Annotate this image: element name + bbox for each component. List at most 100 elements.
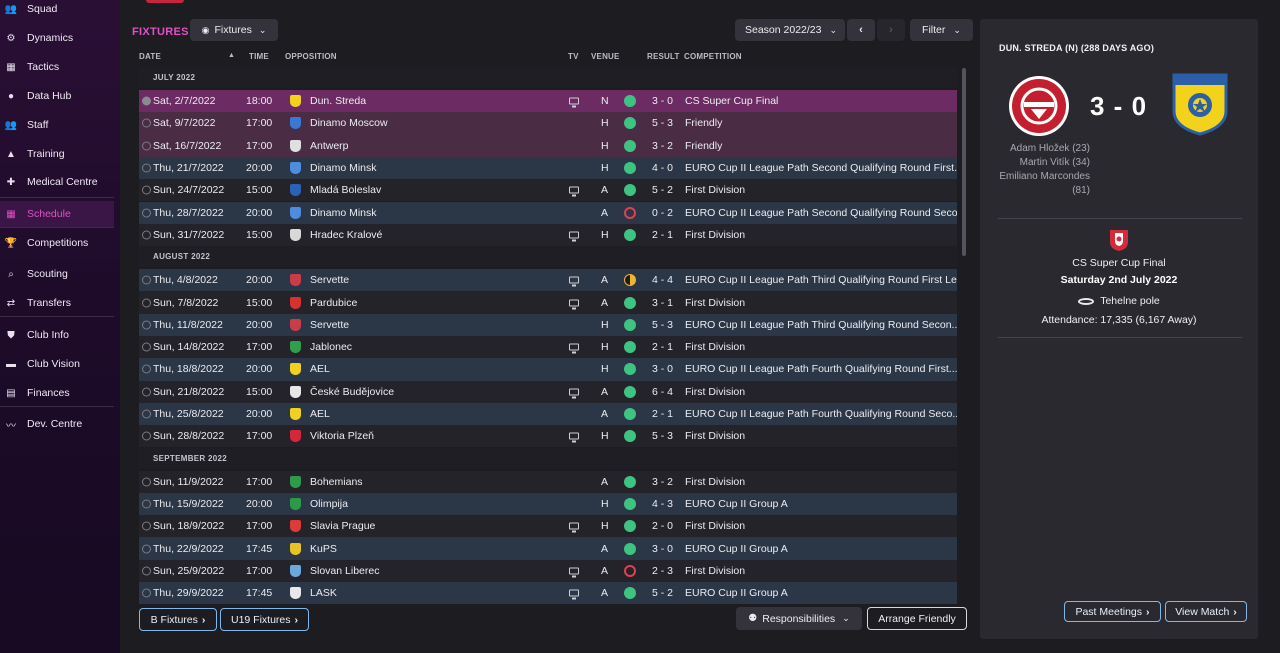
column-venue[interactable]: VENUE <box>591 52 620 61</box>
prev-season-button[interactable]: ‹ <box>847 19 875 41</box>
fixture-opposition[interactable]: Dun. Streda <box>310 95 366 107</box>
fixture-row[interactable]: Sat, 2/7/2022 18:00 Dun. Streda N 3 - 0 CS Su… <box>139 90 957 113</box>
column-tv[interactable]: TV <box>568 52 579 61</box>
fixture-row[interactable]: Sun, 31/7/2022 15:00 Hradec Kralové H 2 - 1 F… <box>139 223 957 247</box>
filter-button[interactable]: Filter ⌄ <box>910 19 973 41</box>
sidebar-item-squad[interactable]: 👥 Squad <box>0 0 114 22</box>
sidebar-item-staff[interactable]: 👥 Staff <box>0 112 114 138</box>
fixture-opposition[interactable]: Servette <box>310 274 349 286</box>
sidebar-item-dynamics[interactable]: ⚙ Dynamics <box>0 25 114 51</box>
fixture-opposition[interactable]: Slovan Liberec <box>310 565 379 577</box>
fixture-competition[interactable]: EURO Cup II League Path Third Qualifying… <box>685 274 957 286</box>
fixture-opposition[interactable]: Bohemians <box>310 476 363 488</box>
fixture-opposition[interactable]: Antwerp <box>310 140 349 152</box>
sidebar-item-scouting[interactable]: ⌕ Scouting <box>0 261 114 287</box>
sidebar-item-tactics[interactable]: ▦ Tactics <box>0 54 114 80</box>
sidebar-item-club-info[interactable]: ⛊ Club Info <box>0 322 114 348</box>
next-season-button[interactable]: › <box>877 19 905 41</box>
column-time[interactable]: TIME <box>249 52 269 61</box>
fixture-competition[interactable]: EURO Cup II League Path Fourth Qualifyin… <box>685 363 957 375</box>
fixture-row[interactable]: Sat, 16/7/2022 17:00 Antwerp H 3 - 2 Friendly <box>139 134 957 157</box>
sidebar-item-data-hub[interactable]: ● Data Hub <box>0 83 114 109</box>
fixture-opposition[interactable]: LASK <box>310 587 337 599</box>
fixture-row[interactable]: Sun, 24/7/2022 15:00 Mladá Boleslav A 5 - 2 F… <box>139 179 957 202</box>
fixture-row[interactable]: Sun, 7/8/2022 15:00 Pardubice A 3 - 1 First D… <box>139 291 957 314</box>
fixture-competition[interactable]: First Division <box>685 184 957 196</box>
sidebar-item-transfers[interactable]: ⇄ Transfers <box>0 290 114 316</box>
fixture-date: Sat, 16/7/2022 <box>153 139 222 152</box>
fixture-row[interactable]: Thu, 28/7/2022 20:00 Dinamo Minsk A 0 - 2 EUR… <box>139 201 957 224</box>
season-dropdown[interactable]: Season 2022/23 ⌄ <box>735 19 845 41</box>
fixture-competition[interactable]: First Division <box>685 520 957 532</box>
fixture-competition[interactable]: EURO Cup II League Path Third Qualifying… <box>685 319 957 331</box>
fixture-competition[interactable]: First Division <box>685 565 957 577</box>
fixture-row[interactable]: Thu, 29/9/2022 17:45 LASK A 5 - 2 EURO Cup II… <box>139 582 957 605</box>
view-match-button[interactable]: View Match › <box>1165 601 1247 622</box>
fixture-opposition[interactable]: Servette <box>310 319 349 331</box>
b-fixtures-button[interactable]: B Fixtures › <box>139 608 217 631</box>
club-crest-icon <box>290 228 301 241</box>
fixture-competition[interactable]: EURO Cup II League Path Second Qualifyin… <box>685 207 957 219</box>
past-meetings-button[interactable]: Past Meetings › <box>1064 601 1161 622</box>
fixture-competition[interactable]: First Division <box>685 430 957 442</box>
sidebar-item-club-vision[interactable]: ▬ Club Vision <box>0 351 114 377</box>
fixture-row[interactable]: Sun, 21/8/2022 15:00 České Budějovice A 6 - … <box>139 380 957 403</box>
fixture-opposition[interactable]: Dinamo Minsk <box>310 162 377 174</box>
fixture-opposition[interactable]: Mladá Boleslav <box>310 184 381 196</box>
column-result[interactable]: RESULT <box>647 52 680 61</box>
fixture-opposition[interactable]: AEL <box>310 363 330 375</box>
fixture-row[interactable]: Thu, 18/8/2022 20:00 AEL H 3 - 0 EURO Cup II … <box>139 358 957 381</box>
sidebar-item-training[interactable]: ▲ Training <box>0 141 114 167</box>
fixture-competition[interactable]: EURO Cup II Group A <box>685 498 957 510</box>
fixture-row[interactable]: Sun, 28/8/2022 17:00 Viktoria Plzeň H 5 - 3 F… <box>139 425 957 448</box>
sidebar-item-medical-centre[interactable]: ✚ Medical Centre <box>0 169 114 195</box>
fixture-competition[interactable]: CS Super Cup Final <box>685 95 957 107</box>
scrollbar[interactable] <box>962 68 966 256</box>
column-competition[interactable]: COMPETITION <box>684 52 742 61</box>
fixture-row[interactable]: Sun, 25/9/2022 17:00 Slovan Liberec A 2 - 3 F… <box>139 559 957 582</box>
column-opposition[interactable]: OPPOSITION <box>285 52 337 61</box>
column-date[interactable]: DATE <box>139 52 161 61</box>
fixture-row[interactable]: Sun, 14/8/2022 17:00 Jablonec H 2 - 1 First D… <box>139 336 957 359</box>
fixture-competition[interactable]: EURO Cup II Group A <box>685 543 957 555</box>
sidebar-item-finances[interactable]: ▤ Finances <box>0 380 114 406</box>
sidebar-item-competitions[interactable]: 🏆 Competitions <box>0 230 114 256</box>
u19-fixtures-button[interactable]: U19 Fixtures › <box>220 608 309 631</box>
fixture-competition[interactable]: First Division <box>685 229 957 241</box>
fixture-opposition[interactable]: Olimpija <box>310 498 348 510</box>
fixture-row[interactable]: Thu, 11/8/2022 20:00 Servette H 5 - 3 EURO Cu… <box>139 313 957 336</box>
fixture-opposition[interactable]: Jablonec <box>310 341 352 353</box>
fixture-row[interactable]: Thu, 22/9/2022 17:45 KuPS A 3 - 0 EURO Cup II… <box>139 537 957 560</box>
fixture-opposition[interactable]: Pardubice <box>310 297 357 309</box>
fixture-competition[interactable]: EURO Cup II League Path Fourth Qualifyin… <box>685 408 957 420</box>
sidebar-item-dev-centre[interactable]: 〰 Dev. Centre <box>0 411 114 437</box>
fixture-opposition[interactable]: Slavia Prague <box>310 520 375 532</box>
fixture-opposition[interactable]: České Budějovice <box>310 386 394 398</box>
sidebar-item-schedule[interactable]: ▦ Schedule <box>0 201 114 227</box>
fixture-competition[interactable]: First Division <box>685 297 957 309</box>
fixture-competition[interactable]: EURO Cup II League Path Second Qualifyin… <box>685 162 957 174</box>
club-crest-icon <box>290 184 301 197</box>
fixture-row[interactable]: Sun, 18/9/2022 17:00 Slavia Prague H 2 - 0 Fi… <box>139 515 957 538</box>
fixture-row[interactable]: Thu, 21/7/2022 20:00 Dinamo Minsk H 4 - 0 EUR… <box>139 156 957 180</box>
fixture-competition[interactable]: Friendly <box>685 117 957 129</box>
fixture-competition[interactable]: EURO Cup II Group A <box>685 587 957 599</box>
fixture-opposition[interactable]: Viktoria Plzeň <box>310 430 374 442</box>
fixture-opposition[interactable]: Dinamo Minsk <box>310 207 377 219</box>
fixture-row[interactable]: Thu, 25/8/2022 20:00 AEL A 2 - 1 EURO Cup II … <box>139 402 957 426</box>
fixtures-view-dropdown[interactable]: ◉ Fixtures ⌄ <box>190 19 278 41</box>
fixture-competition[interactable]: First Division <box>685 476 957 488</box>
fixture-competition[interactable]: Friendly <box>685 140 957 152</box>
responsibilities-button[interactable]: ⚉ Responsibilities ⌄ <box>736 607 862 630</box>
fixture-competition[interactable]: First Division <box>685 386 957 398</box>
fixture-opposition[interactable]: Dinamo Moscow <box>310 117 388 129</box>
fixture-row[interactable]: Thu, 15/9/2022 20:00 Olimpija H 4 - 3 EURO Cu… <box>139 492 957 516</box>
arrange-friendly-button[interactable]: Arrange Friendly <box>867 607 967 630</box>
fixture-opposition[interactable]: AEL <box>310 408 330 420</box>
fixture-opposition[interactable]: Hradec Kralové <box>310 229 382 241</box>
fixture-row[interactable]: Sun, 11/9/2022 17:00 Bohemians A 3 - 2 First … <box>139 470 957 493</box>
fixture-row[interactable]: Sat, 9/7/2022 17:00 Dinamo Moscow H 5 - 3 Fri… <box>139 112 957 135</box>
fixture-competition[interactable]: First Division <box>685 341 957 353</box>
fixture-opposition[interactable]: KuPS <box>310 543 337 555</box>
fixture-row[interactable]: Thu, 4/8/2022 20:00 Servette A 4 - 4 EURO Cup… <box>139 269 957 292</box>
